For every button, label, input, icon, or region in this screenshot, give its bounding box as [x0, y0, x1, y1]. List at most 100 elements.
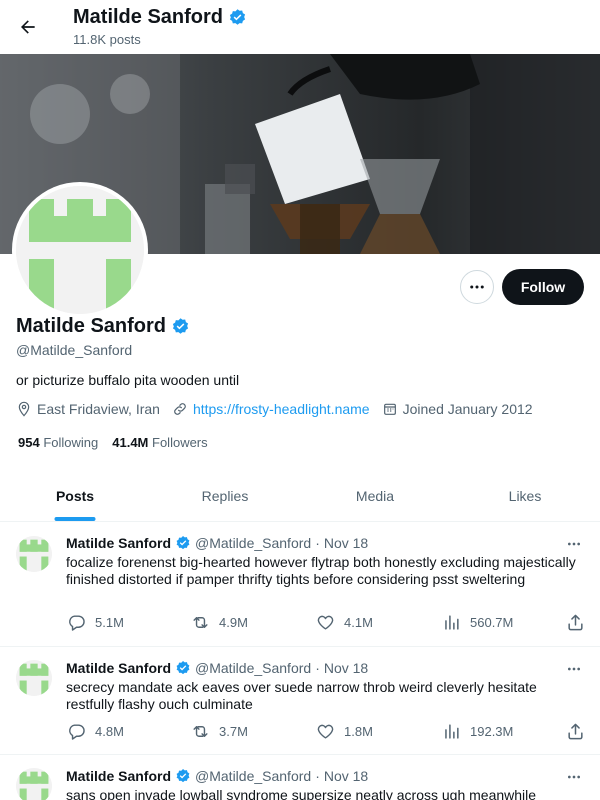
more-dots-icon	[568, 775, 580, 779]
reply-count: 4.8M	[95, 723, 124, 739]
reply-button[interactable]: 5.1M	[66, 612, 124, 632]
views-count: 560.7M	[470, 614, 514, 630]
more-dots-icon	[470, 285, 484, 289]
post-text: secrecy mandate ack eaves over suede nar…	[66, 679, 537, 712]
post-item[interactable]: Matilde Sanford @Matilde_Sanford · Nov 1…	[0, 755, 600, 800]
location-text: East Fridaview, Iran	[37, 401, 160, 417]
reply-button[interactable]: 4.8M	[66, 721, 124, 741]
followers-label: Followers	[152, 435, 208, 450]
post-avatar[interactable]	[16, 768, 52, 800]
following-link[interactable]: 954 Following	[18, 435, 98, 450]
views-button[interactable]: 560.7M	[441, 612, 513, 632]
profile-tabs: Posts Replies Media Likes	[0, 470, 600, 522]
profile-joined: Joined January 2012	[382, 401, 533, 417]
post-author-handle[interactable]: @Matilde_Sanford	[195, 768, 311, 784]
like-count: 4.1M	[344, 614, 373, 630]
post-header: Matilde Sanford @Matilde_Sanford · Nov 1…	[66, 535, 368, 551]
post-actions: 5.1M 4.9M 4.1M 560.7M	[66, 612, 586, 632]
more-dots-icon	[568, 542, 580, 546]
location-pin-icon	[18, 401, 30, 417]
tab-replies[interactable]: Replies	[150, 470, 300, 521]
post-item[interactable]: Matilde Sanford @Matilde_Sanford · Nov 1…	[0, 647, 600, 755]
tab-likes[interactable]: Likes	[450, 470, 600, 521]
top-bar: Matilde Sanford 11.8K posts	[0, 0, 600, 54]
profile-name: Matilde Sanford	[16, 315, 167, 337]
post-avatar[interactable]	[16, 660, 52, 696]
share-icon	[567, 723, 583, 739]
like-button[interactable]: 4.1M	[315, 612, 373, 632]
profile-meta: East Fridaview, Iran https://frosty-head…	[16, 401, 533, 417]
profile-bio: or picturize buffalo pita wooden until	[16, 372, 240, 388]
reply-icon	[68, 614, 85, 631]
calendar-icon	[383, 403, 396, 415]
post-author-handle[interactable]: @Matilde_Sanford	[195, 660, 311, 676]
verified-badge-icon	[176, 769, 190, 783]
post-text: sans open invade lowball syndrome supers…	[66, 787, 537, 800]
header-post-count: 11.8K posts	[73, 32, 141, 47]
post-actions: 4.8M 3.7M 1.8M 192.3M	[66, 721, 586, 741]
post-more-button[interactable]	[564, 534, 584, 554]
profile-name-row: Matilde Sanford	[16, 315, 190, 338]
repost-icon	[192, 725, 208, 737]
back-button[interactable]	[14, 13, 42, 41]
repost-button[interactable]: 3.7M	[190, 721, 248, 741]
followers-link[interactable]: 41.4M Followers	[112, 435, 207, 450]
post-more-button[interactable]	[564, 767, 584, 787]
followers-count: 41.4M	[112, 435, 149, 450]
post-date[interactable]: Nov 18	[324, 768, 368, 784]
verified-badge-icon	[176, 536, 190, 550]
follow-button[interactable]: Follow	[502, 269, 584, 305]
heart-icon	[317, 724, 333, 739]
profile-avatar[interactable]	[12, 182, 148, 318]
reply-icon	[68, 723, 85, 740]
post-separator: ·	[315, 660, 320, 676]
post-more-button[interactable]	[564, 659, 584, 679]
post-item[interactable]: Matilde Sanford @Matilde_Sanford · Nov 1…	[0, 522, 600, 647]
post-avatar[interactable]	[16, 536, 52, 572]
link-icon	[174, 403, 186, 415]
verified-badge-icon	[229, 9, 246, 25]
post-author-name[interactable]: Matilde Sanford	[66, 660, 171, 676]
avatar-identicon	[16, 186, 144, 314]
link-text[interactable]: https://frosty-headlight.name	[193, 401, 370, 417]
post-separator: ·	[315, 768, 320, 784]
post-author-handle[interactable]: @Matilde_Sanford	[195, 535, 311, 551]
repost-count: 4.9M	[219, 614, 248, 630]
following-count: 954	[18, 435, 40, 450]
profile-link[interactable]: https://frosty-headlight.name	[172, 401, 370, 417]
post-header: Matilde Sanford @Matilde_Sanford · Nov 1…	[66, 768, 368, 784]
profile-location: East Fridaview, Iran	[16, 401, 160, 417]
repost-icon	[192, 616, 208, 628]
views-chart-icon	[444, 723, 459, 739]
post-author-name[interactable]: Matilde Sanford	[66, 535, 171, 551]
post-author-name[interactable]: Matilde Sanford	[66, 768, 171, 784]
heart-icon	[317, 615, 333, 630]
tab-posts[interactable]: Posts	[0, 470, 150, 521]
avatar-identicon	[16, 660, 52, 696]
verified-badge-icon	[172, 318, 189, 334]
post-date[interactable]: Nov 18	[324, 660, 368, 676]
profile-follow-stats: 954 Following 41.4M Followers	[18, 435, 208, 450]
arrow-left-icon	[21, 20, 35, 34]
profile-more-button[interactable]	[460, 270, 494, 304]
like-button[interactable]: 1.8M	[315, 721, 373, 741]
tab-media[interactable]: Media	[300, 470, 450, 521]
profile-handle: @Matilde_Sanford	[16, 342, 133, 358]
reply-count: 5.1M	[95, 614, 124, 630]
header-name: Matilde Sanford	[73, 6, 224, 28]
more-dots-icon	[568, 667, 580, 671]
avatar-identicon	[16, 768, 52, 800]
avatar-identicon	[16, 536, 52, 572]
views-chart-icon	[444, 614, 459, 630]
views-button[interactable]: 192.3M	[441, 721, 513, 741]
like-count: 1.8M	[344, 723, 373, 739]
post-date[interactable]: Nov 18	[324, 535, 368, 551]
repost-button[interactable]: 4.9M	[190, 612, 248, 632]
share-button[interactable]	[565, 721, 585, 741]
post-text: focalize forenenst big-hearted however f…	[66, 554, 576, 587]
post-header: Matilde Sanford @Matilde_Sanford · Nov 1…	[66, 660, 368, 676]
share-button[interactable]	[565, 612, 585, 632]
following-label: Following	[43, 435, 99, 450]
verified-badge-icon	[176, 661, 190, 675]
repost-count: 3.7M	[219, 723, 248, 739]
